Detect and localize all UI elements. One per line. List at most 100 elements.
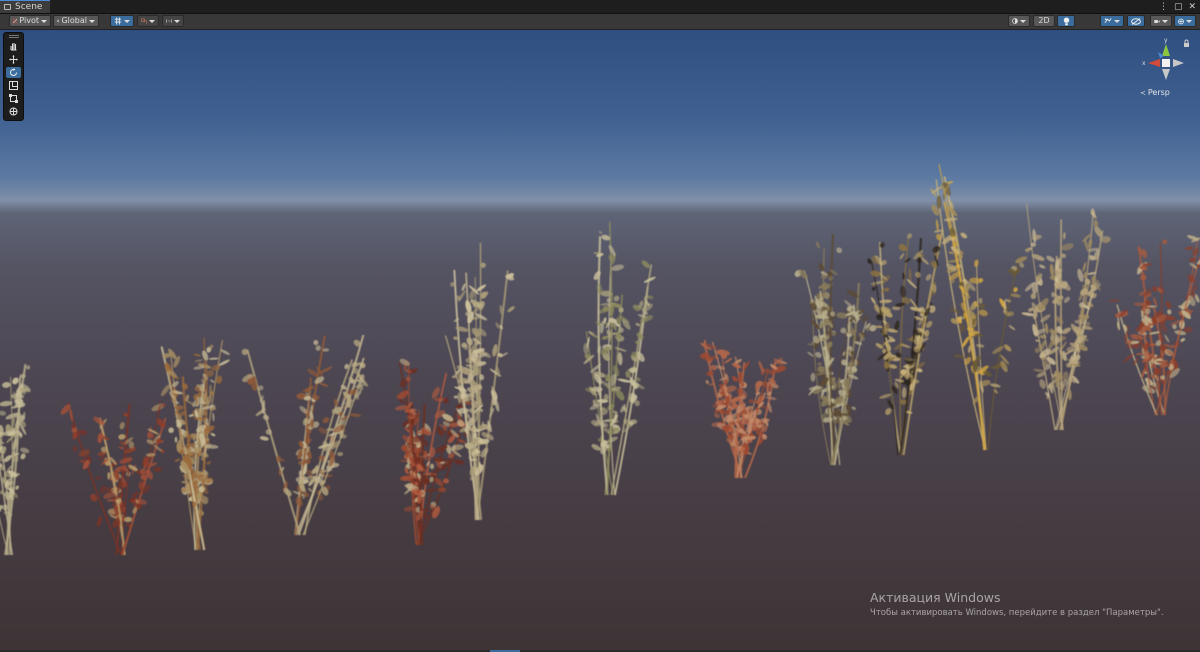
plant-leaf [611,264,625,271]
plant-leaf [341,434,347,439]
maximize-icon[interactable]: ▢ [1174,2,1183,12]
chevron-down-icon [1162,19,1168,23]
plant-leaf [815,241,820,249]
plant-leaf [598,230,603,234]
plant-leaf [318,382,329,387]
plant-leaf [714,413,720,418]
plant-leaf [278,469,282,477]
plant-leaf [95,476,102,480]
projection-toggle[interactable]: ≺ Persp [1140,88,1200,97]
gizmo-x-cone[interactable] [1148,59,1160,67]
pivot-label: Pivot [19,16,39,25]
scale-tool-button[interactable] [6,80,21,91]
plant-leaf [906,278,917,289]
plant-leaf [591,444,601,451]
align-icon [166,19,172,23]
light-bulb-icon [1063,17,1069,25]
plant-leaf [220,349,230,356]
close-icon[interactable]: ✕ [1188,2,1196,12]
plant-leaf [807,351,814,357]
plant-leaf [948,251,954,254]
plant-leaf [978,303,985,309]
orientation-gizmo[interactable]: y x [1136,34,1196,94]
move-tool-button[interactable] [6,54,21,65]
plant-stem [1060,219,1063,431]
global-label: Global [61,16,87,25]
rotate-icon [10,68,17,76]
plant-leaf [181,383,188,390]
plant-leaf [262,414,270,421]
plant-leaf [507,306,515,313]
tab-bar: Scene ⋮ ▢ ✕ [0,0,1200,14]
effects-dropdown[interactable] [1100,15,1124,27]
plant-leaf [313,340,319,346]
plant-leaf [706,370,714,377]
snap-increment-dropdown[interactable] [137,15,159,27]
plant-leaf [0,410,7,416]
view-tool-button[interactable] [6,41,21,52]
tab-scene-label: Scene [15,1,43,12]
plant-leaf [817,362,822,366]
drag-handle[interactable] [9,35,19,36]
lighting-toggle[interactable] [1057,15,1075,27]
gizmos-dropdown[interactable] [1174,15,1196,27]
hidden-objects-toggle[interactable] [1127,15,1145,27]
plant-leaf [322,417,330,424]
lock-icon[interactable] [1184,39,1189,47]
plant-leaf [591,333,598,338]
plant-leaf [442,397,449,404]
plant-leaf [1162,239,1168,245]
plant-leaf [593,270,601,280]
rect-tool-button[interactable] [6,93,21,104]
plant-leaf [810,372,816,382]
gizmo-neg-x-cone[interactable] [1173,59,1184,67]
chevron-down-icon [89,19,95,23]
plant-leaf [870,270,881,277]
shading-mode-dropdown[interactable] [1008,15,1030,27]
plant-leaf [20,453,26,460]
plant-leaf [174,458,181,462]
plant-leaf [1010,293,1021,298]
chevron-down-icon [149,19,155,23]
global-dropdown[interactable]: Global [53,15,99,27]
scale-icon [9,81,18,90]
plant-leaf [617,378,631,383]
plant-leaf [879,393,892,399]
plant-leaf [1061,243,1074,251]
plant-leaf [1008,325,1016,331]
toggle-2d-button[interactable]: 2D [1033,15,1055,27]
plant-leaf [76,429,88,436]
gizmo-center-cube[interactable] [1162,59,1170,67]
plant-leaf [893,342,904,351]
transform-tool-button[interactable] [6,106,21,117]
plant-leaf [1167,309,1172,315]
plant-leaf [601,234,611,241]
gizmo-y-cone[interactable] [1162,44,1170,56]
plant-leaf [601,335,609,340]
plant-leaf [978,297,983,304]
plant-leaf [618,307,624,313]
perspective-icon: ≺ [1140,88,1146,97]
scene-viewport[interactable]: y x ≺ Persp Активация Windows Чтобы акти… [0,30,1200,650]
plant-leaf [606,436,618,443]
plant-leaf [1180,338,1186,342]
tab-scene[interactable]: Scene [0,0,51,13]
plant-leaf [976,344,985,348]
align-dropdown[interactable] [162,15,184,27]
plant-leaf [349,413,362,417]
scene-tools-overlay [3,32,24,121]
pivot-dropdown[interactable]: Pivot [9,15,51,27]
plant-leaf [731,376,738,382]
rotate-tool-button[interactable] [6,67,21,78]
camera-dropdown[interactable] [1150,15,1172,27]
plant-leaf [1003,299,1006,314]
plant-leaf [875,325,883,329]
more-options-icon[interactable]: ⋮ [1159,2,1168,12]
hand-icon [10,43,17,51]
grid-snapping-dropdown[interactable] [110,15,134,27]
chevron-down-icon [124,19,130,23]
plant-leaf [879,299,893,304]
plant-leaf [1108,299,1120,302]
gizmo-neg-y-cone[interactable] [1162,69,1170,80]
plant-leaf [1039,379,1046,389]
